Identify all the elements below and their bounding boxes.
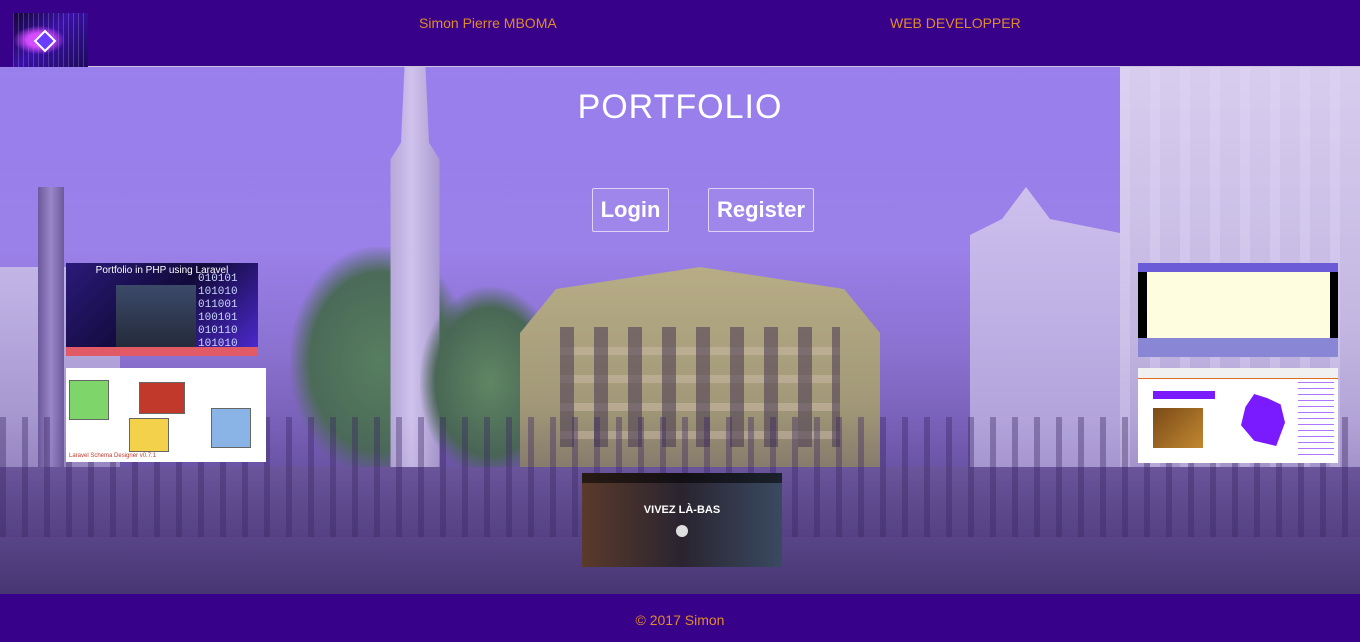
thumb-bar [66, 347, 258, 356]
form-panel [1147, 272, 1330, 338]
project-thumb-france-map[interactable] [1138, 368, 1338, 463]
schema-table-red [139, 382, 185, 414]
thumb-image [1153, 408, 1203, 448]
thumb-caption: VIVEZ LÀ-BAS [643, 504, 721, 516]
schema-table-yellow [129, 418, 169, 452]
thumb-caption: Portfolio in PHP using Laravel [95, 265, 229, 276]
france-map-icon [1241, 394, 1285, 446]
page-title: PORTFOLIO [577, 88, 783, 126]
thumb-footer [1138, 338, 1338, 357]
site-logo-icon[interactable] [13, 13, 88, 67]
diamond-icon [33, 29, 57, 53]
nav-role-link[interactable]: WEB DEVELOPPER [890, 15, 1021, 31]
nav-name-link[interactable]: Simon Pierre MBOMA [419, 15, 557, 31]
project-thumb-airbnb[interactable]: VIVEZ LÀ-BAS [582, 473, 782, 567]
footer-copyright: © 2017 Simon [635, 612, 725, 628]
play-icon [676, 525, 688, 537]
thumb-button [1153, 391, 1215, 399]
binary-text: 010101 101010 011001 100101 010110 10101… [198, 273, 238, 350]
register-button[interactable]: Register [708, 188, 814, 232]
project-thumb-laravel-portfolio[interactable]: 010101 101010 011001 100101 010110 10101… [66, 263, 258, 356]
schema-table-blue [211, 408, 251, 448]
thumb-link-list [1298, 382, 1334, 460]
thumb-caption: Laravel Schema Designer v0.7.1 [69, 453, 157, 459]
login-button[interactable]: Login [592, 188, 669, 232]
thumb-header [1138, 263, 1338, 272]
thumb-header [582, 473, 782, 483]
schema-table-green [69, 380, 109, 420]
thumb-header [1138, 368, 1338, 379]
top-navbar: Simon Pierre MBOMA WEB DEVELOPPER [0, 0, 1360, 67]
project-thumb-schema-designer[interactable]: Laravel Schema Designer v0.7.1 [66, 368, 266, 462]
footer: © 2017 Simon [0, 594, 1360, 642]
thumb-photo [116, 285, 196, 347]
project-thumb-form[interactable] [1138, 263, 1338, 357]
